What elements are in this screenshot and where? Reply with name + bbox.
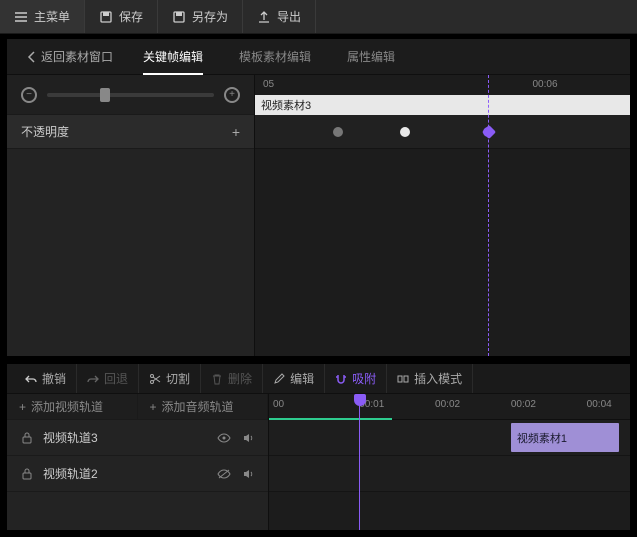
track-lane-video2[interactable] xyxy=(269,456,630,492)
back-label: 返回素材窗口 xyxy=(41,48,113,65)
export-icon xyxy=(257,10,271,24)
plus-icon: + xyxy=(150,400,157,414)
speaker-icon[interactable] xyxy=(240,430,256,446)
redo-icon xyxy=(87,373,99,385)
trash-icon xyxy=(211,373,223,385)
keyframe-ruler[interactable]: 05 00:06 视频素材3 xyxy=(255,75,630,115)
save-as-button[interactable]: 另存为 xyxy=(158,0,243,33)
zoom-slider-thumb[interactable] xyxy=(100,88,110,102)
insert-icon xyxy=(397,373,409,385)
snap-button[interactable]: 吸附 xyxy=(325,364,387,393)
clip-bar[interactable]: 视频素材3 xyxy=(255,95,630,115)
ruler-tick: 05 xyxy=(263,79,274,90)
delete-button[interactable]: 删除 xyxy=(201,364,263,393)
add-video-track-button[interactable]: + 添加视频轨道 xyxy=(7,394,138,419)
save-icon xyxy=(99,10,113,24)
insert-mode-button[interactable]: 插入模式 xyxy=(387,364,473,393)
zoom-out-button[interactable]: − xyxy=(21,87,37,103)
tab-keyframe-edit[interactable]: 关键帧编辑 xyxy=(125,39,221,75)
redo-button[interactable]: 回退 xyxy=(77,364,139,393)
zoom-slider[interactable] xyxy=(47,93,214,97)
add-keyframe-button[interactable]: + xyxy=(232,124,240,140)
undo-button[interactable]: 撤销 xyxy=(15,364,77,393)
edit-button[interactable]: 编辑 xyxy=(263,364,325,393)
track-header-video3[interactable]: 视频轨道3 xyxy=(7,420,268,456)
keyframe-playhead[interactable] xyxy=(488,75,489,356)
back-to-assets-button[interactable]: 返回素材窗口 xyxy=(15,48,125,65)
tab-property-edit[interactable]: 属性编辑 xyxy=(329,39,413,75)
ruler-tick: 00:06 xyxy=(533,79,558,90)
property-label: 不透明度 xyxy=(21,123,69,140)
export-button[interactable]: 导出 xyxy=(243,0,316,33)
magnet-icon xyxy=(335,373,347,385)
hamburger-icon xyxy=(14,10,28,24)
track-header-video2[interactable]: 视频轨道2 xyxy=(7,456,268,492)
keyframe-track[interactable] xyxy=(255,115,630,149)
timeline-clip[interactable]: 视频素材1 xyxy=(511,423,619,452)
save-button[interactable]: 保存 xyxy=(85,0,158,33)
speaker-icon[interactable] xyxy=(240,466,256,482)
lock-icon[interactable] xyxy=(19,466,35,482)
add-audio-track-button[interactable]: + 添加音频轨道 xyxy=(138,394,269,419)
timeline-playhead[interactable] xyxy=(359,394,360,530)
track-name: 视频轨道2 xyxy=(43,465,98,482)
clip-label: 视频素材3 xyxy=(261,97,311,113)
zoom-in-button[interactable]: + xyxy=(224,87,240,103)
eye-off-icon[interactable] xyxy=(216,466,232,482)
save-as-icon xyxy=(172,10,186,24)
export-label: 导出 xyxy=(277,8,301,25)
timeline-ruler[interactable]: 00 00:01 00:02 00:02 00:04 xyxy=(269,394,630,420)
save-label: 保存 xyxy=(119,8,143,25)
chevron-left-icon xyxy=(27,51,37,63)
main-menu-button[interactable]: 主菜单 xyxy=(0,0,85,33)
pencil-icon xyxy=(273,373,285,385)
undo-icon xyxy=(25,373,37,385)
property-row-opacity[interactable]: 不透明度 + xyxy=(7,115,254,149)
scissors-icon xyxy=(149,373,161,385)
track-lane-video3[interactable]: 视频素材1 xyxy=(269,420,630,456)
main-menu-label: 主菜单 xyxy=(34,8,70,25)
save-as-label: 另存为 xyxy=(192,8,228,25)
keyframe-dot[interactable] xyxy=(400,127,410,137)
keyframe-dot[interactable] xyxy=(333,127,343,137)
tab-template-asset-edit[interactable]: 模板素材编辑 xyxy=(221,39,329,75)
eye-icon[interactable] xyxy=(216,430,232,446)
plus-icon: + xyxy=(19,400,26,414)
clip-label: 视频素材1 xyxy=(517,430,567,446)
lock-icon[interactable] xyxy=(19,430,35,446)
track-name: 视频轨道3 xyxy=(43,429,98,446)
cut-button[interactable]: 切割 xyxy=(139,364,201,393)
